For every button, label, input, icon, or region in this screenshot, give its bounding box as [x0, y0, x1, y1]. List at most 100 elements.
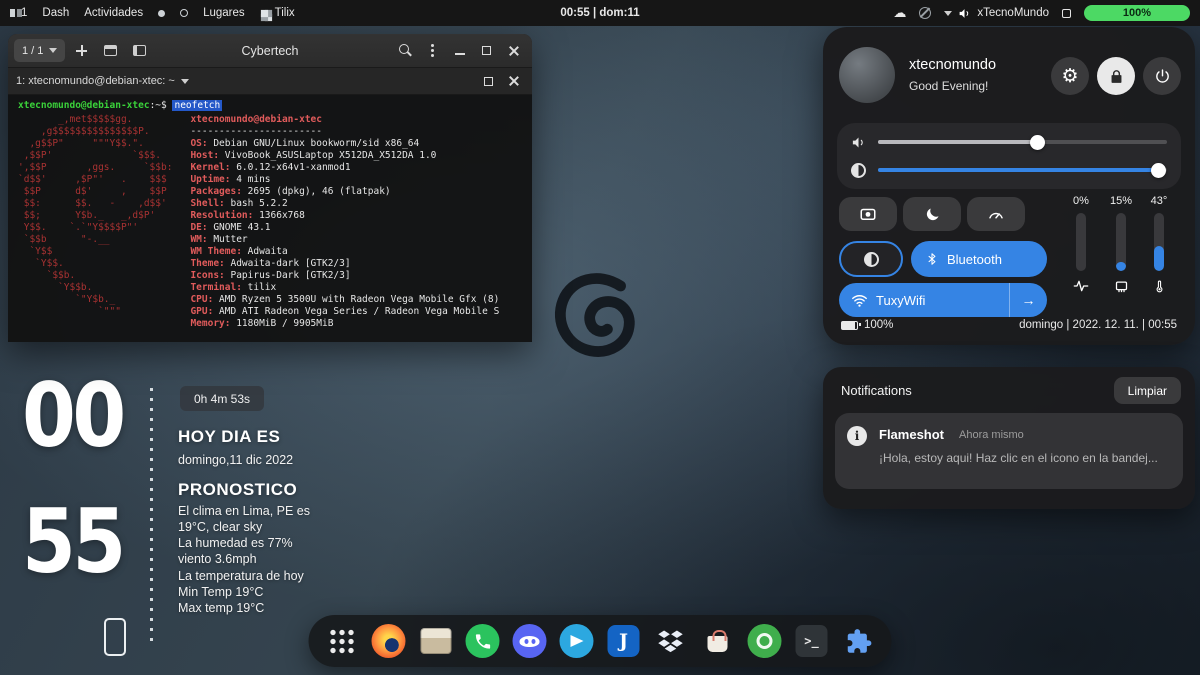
battery-indicator[interactable]: 100% — [1084, 5, 1190, 21]
close-button[interactable] — [501, 38, 526, 63]
night-light-toggle[interactable] — [903, 197, 961, 231]
power-button[interactable] — [1143, 57, 1181, 95]
dock-item-telegram[interactable] — [558, 622, 596, 660]
debian-ascii-art: _,met$$$$$gg. ,g$$$$$$$$$$$$$$$P. ,g$$P"… — [18, 114, 173, 317]
wifi-settings-arrow[interactable]: → — [1009, 283, 1047, 317]
dock-item-discord[interactable] — [511, 622, 549, 660]
chevron-down-icon — [49, 48, 58, 53]
tilix-window: 1 / 1 Cybertech 1: xtecnomundo@debian-xt… — [8, 34, 532, 342]
maximize-icon — [482, 46, 491, 55]
power-icon — [1155, 68, 1169, 83]
volume-slider[interactable] — [851, 133, 1167, 151]
bluetooth-icon — [928, 253, 936, 265]
dock-item-tilix[interactable]: >_ — [793, 622, 831, 660]
notification-item[interactable]: i Flameshot Ahora mismo ¡Hola, estoy aqu… — [835, 413, 1183, 489]
status-dot-outline-icon[interactable] — [180, 9, 189, 17]
terminal-titlebar[interactable]: 1 / 1 Cybertech — [8, 34, 532, 68]
terminal-tab[interactable]: 1: xtecnomundo@debian-xtec: ~ — [16, 75, 175, 87]
menu-activities[interactable]: Actividades — [84, 7, 143, 19]
performance-toggle[interactable] — [967, 197, 1025, 231]
dropbox-icon — [654, 624, 688, 658]
neofetch-entry: Resolution: 1366x768 — [190, 210, 305, 221]
lock-button[interactable] — [1097, 57, 1135, 95]
dock-item-firefox[interactable] — [370, 622, 408, 660]
menu-tilix[interactable]: Tilix — [260, 7, 295, 19]
menu-dash[interactable]: Dash — [42, 7, 69, 19]
brightness-knob[interactable] — [1151, 162, 1167, 178]
volume-knob[interactable] — [1029, 134, 1045, 150]
moon-icon — [926, 207, 939, 220]
info-icon: i — [847, 426, 867, 446]
neofetch-entry: Icons: Papirus-Dark [GTK2/3] — [190, 270, 351, 281]
shell-prompt: xtecnomundo@debian-xtec:~$ neofetch — [18, 100, 223, 111]
battery-icon — [841, 320, 861, 330]
close-icon — [508, 45, 520, 57]
muted-status-icon[interactable] — [919, 7, 932, 19]
maximize-button[interactable] — [474, 38, 499, 63]
brightness-slider[interactable] — [851, 161, 1167, 179]
neofetch-entry: Kernel: 6.0.12-x64v1-xanmod1 — [190, 162, 351, 173]
tray-app-icon[interactable] — [1062, 8, 1071, 18]
search-icon — [399, 44, 412, 57]
neofetch-entry: Uptime: 4 mins — [190, 174, 271, 185]
wifi-button[interactable]: TuxyWifi → — [839, 283, 1047, 317]
tab-maximize-button[interactable] — [478, 71, 498, 91]
clear-notifications-button[interactable]: Limpiar — [1113, 377, 1181, 404]
split-right-button[interactable] — [127, 38, 152, 63]
lock-icon — [1111, 69, 1121, 83]
quick-settings-panel: xtecnomundo Good Evening! ⚙ 0% 15% 43° B… — [823, 27, 1195, 345]
new-tab-button[interactable] — [69, 38, 94, 63]
screenshot-toggle[interactable] — [839, 197, 897, 231]
menu-places[interactable]: Lugares — [203, 7, 245, 19]
session-count-button[interactable]: 1 / 1 — [14, 39, 66, 62]
memory-meter: 15% — [1105, 195, 1137, 295]
files-icon — [420, 628, 451, 654]
dock-item-green-app[interactable] — [746, 622, 784, 660]
workspace-indicator[interactable]: 1 — [10, 7, 27, 19]
split-down-button[interactable] — [98, 38, 123, 63]
screenshot-icon — [860, 208, 876, 220]
tilix-icon: >_ — [795, 625, 828, 657]
neofetch-entry: DE: GNOME 43.1 — [190, 222, 271, 233]
panel-datetime: domingo | 2022. 12. 11. | 00:55 — [1019, 319, 1177, 331]
memory-icon — [1114, 277, 1129, 295]
minimize-button[interactable] — [447, 38, 472, 63]
terminal-body[interactable]: xtecnomundo@debian-xtec:~$ neofetch _,me… — [8, 95, 532, 341]
dock-item-software[interactable] — [699, 622, 737, 660]
settings-button[interactable]: ⚙ — [1051, 57, 1089, 95]
avatar[interactable] — [839, 47, 895, 103]
neofetch-info: xtecnomundo@debian-xtec ----------------… — [190, 114, 499, 330]
terminal-title: Cybertech — [241, 43, 299, 58]
app-grid-icon — [328, 627, 355, 655]
status-dot-filled-icon[interactable] — [158, 9, 166, 17]
top-bar: 1 Dash Actividades Lugares Tilix 00:55 |… — [0, 0, 1200, 26]
search-button[interactable] — [393, 38, 418, 63]
notification-body: ¡Hola, estoy aqui! Haz clic en el icono … — [879, 451, 1158, 465]
topbar-clock[interactable]: 00:55 | dom:11 — [560, 7, 639, 19]
quick-settings-footer: 100% domingo | 2022. 12. 11. | 00:55 — [841, 319, 1177, 331]
cpu-meter: 0% — [1065, 195, 1097, 295]
neofetch-entry: Packages: 2695 (dpkg), 46 (flatpak) — [190, 186, 391, 197]
dock-item-joplin[interactable]: J — [605, 622, 643, 660]
window-menu-button[interactable] — [420, 38, 445, 63]
dock-item-extensions[interactable] — [840, 622, 878, 660]
system-menu[interactable]: xTecnoMundo — [944, 7, 1049, 20]
neofetch-entry: WM Theme: Adwaita — [190, 246, 288, 257]
bluetooth-button[interactable]: Bluetooth — [911, 241, 1047, 277]
dock-item-app-grid[interactable] — [323, 622, 361, 660]
neofetch-entry: Host: VivoBook_ASUSLaptop X512DA_X512DA … — [190, 150, 437, 161]
firefox-icon — [371, 624, 406, 658]
speedometer-icon — [989, 212, 1003, 219]
split-horizontal-icon — [104, 45, 118, 56]
dark-mode-toggle[interactable] — [839, 241, 903, 277]
tab-close-button[interactable] — [504, 71, 524, 91]
whatsapp-icon — [465, 624, 500, 658]
dock-item-dropbox[interactable] — [652, 622, 690, 660]
temperature-meter: 43° — [1143, 195, 1175, 295]
weather-cloud-icon[interactable]: ☁ — [893, 6, 906, 21]
maximize-icon — [483, 76, 493, 86]
dock-item-whatsapp[interactable] — [464, 622, 502, 660]
terminal-tab-bar: 1: xtecnomundo@debian-xtec: ~ — [8, 68, 532, 95]
dock-item-files[interactable] — [417, 622, 455, 660]
volume-icon — [960, 8, 969, 18]
